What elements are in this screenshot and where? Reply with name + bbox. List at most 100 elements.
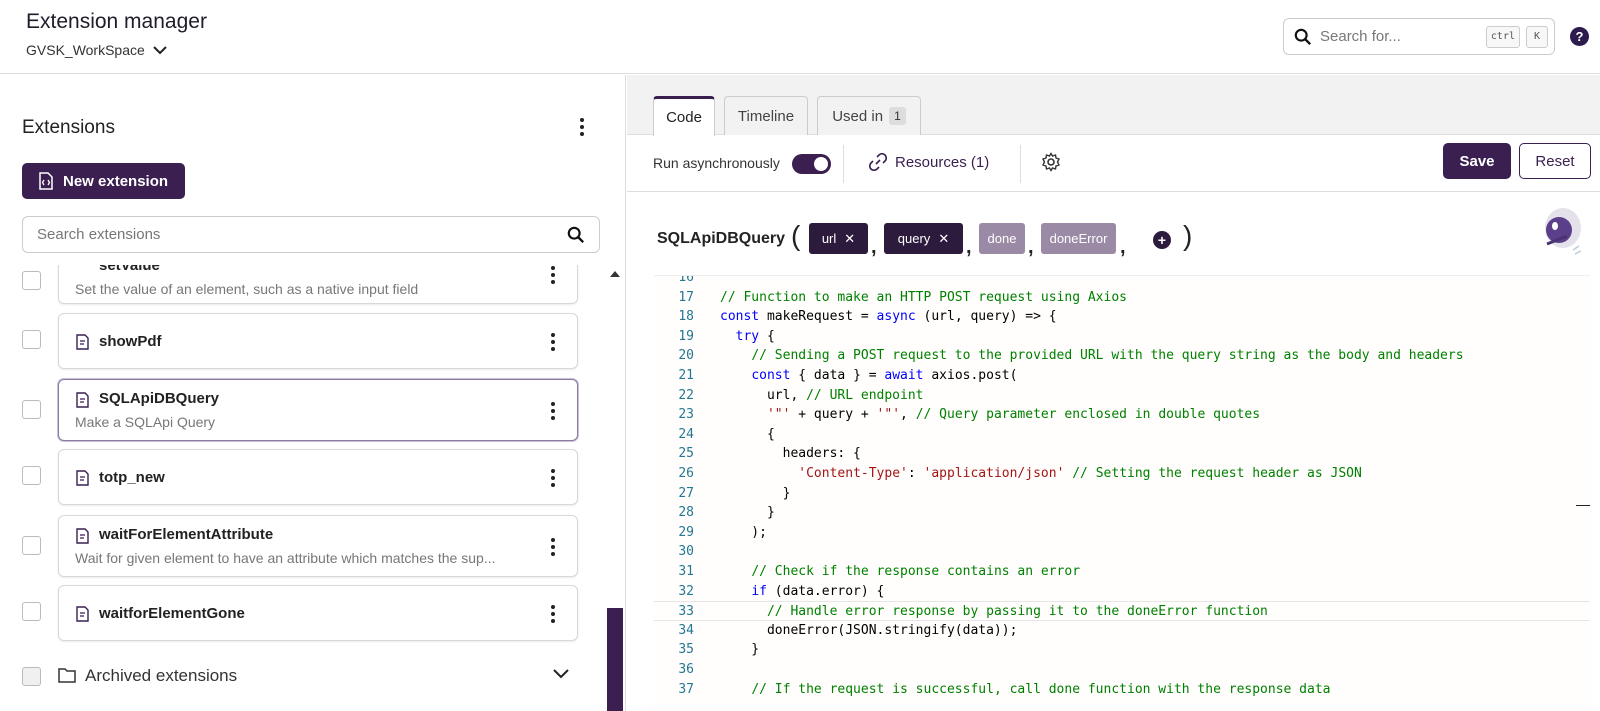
code-text: const { data } = await axios.post( bbox=[751, 368, 1018, 383]
code-text: // Check if the response contains an err… bbox=[751, 564, 1081, 579]
line-number: 16 bbox=[678, 275, 694, 285]
code-line: 31 // Check if the response contains an … bbox=[654, 562, 1590, 582]
param-chip-url[interactable]: url ✕ bbox=[809, 223, 868, 254]
line-number: 32 bbox=[678, 583, 694, 599]
chevron-down-icon[interactable] bbox=[552, 668, 570, 680]
run-async-toggle[interactable] bbox=[792, 154, 831, 174]
code-text: } bbox=[720, 642, 760, 658]
list-item[interactable]: waitForElementAttribute Wait for given e… bbox=[0, 515, 600, 577]
code-line: 37 // If the request is successful, call… bbox=[654, 680, 1590, 700]
toolbar-divider bbox=[843, 145, 844, 183]
extension-file-icon bbox=[76, 334, 89, 350]
resources-button[interactable]: Resources (1) bbox=[869, 153, 989, 171]
code-line: 33 // Handle error response by passing i… bbox=[654, 601, 1590, 622]
chevron-down-icon bbox=[153, 46, 167, 55]
reset-button[interactable]: Reset bbox=[1519, 143, 1591, 179]
workspace-selector[interactable]: GVSK_WorkSpace bbox=[26, 42, 167, 58]
param-label: done bbox=[987, 231, 1017, 246]
list-scrollbar[interactable] bbox=[606, 265, 624, 711]
item-checkbox[interactable] bbox=[22, 330, 41, 349]
shortcut-ctrl-key: ctrl bbox=[1485, 25, 1520, 48]
folder-icon bbox=[58, 668, 76, 683]
archived-extensions-section[interactable]: Archived extensions bbox=[0, 655, 606, 711]
tab-timeline-label: Timeline bbox=[737, 107, 795, 125]
open-paren: ( bbox=[791, 220, 801, 251]
editor-toolbar: Run asynchronously Resources (1) Save Re… bbox=[627, 135, 1600, 192]
extensions-more-menu-icon[interactable] bbox=[570, 115, 594, 139]
extension-card[interactable]: setValue Set the value of an element, su… bbox=[58, 265, 578, 304]
search-icon bbox=[567, 226, 585, 243]
line-number: 17 bbox=[678, 289, 694, 305]
code-text: // Sending a POST request to the provide… bbox=[751, 348, 1464, 364]
extension-card[interactable]: totp_new bbox=[58, 449, 578, 505]
code-line: 32 if (data.error) { bbox=[654, 582, 1590, 602]
help-icon[interactable]: ? bbox=[1570, 27, 1589, 46]
extension-card[interactable]: waitforElementGone bbox=[58, 585, 578, 641]
close-icon[interactable]: ✕ bbox=[938, 231, 949, 247]
code-text: url, // URL endpoint bbox=[720, 387, 924, 403]
extension-search-input[interactable]: Search extensions bbox=[22, 216, 600, 253]
line-number: 36 bbox=[678, 662, 694, 677]
item-checkbox[interactable] bbox=[22, 466, 41, 485]
extension-card[interactable]: showPdf bbox=[58, 313, 578, 369]
archived-checkbox[interactable] bbox=[22, 667, 41, 686]
item-menu-icon[interactable] bbox=[543, 399, 563, 423]
extension-card[interactable]: waitForElementAttribute Wait for given e… bbox=[58, 515, 578, 577]
item-menu-icon[interactable] bbox=[543, 330, 563, 354]
param-separator: , bbox=[1120, 236, 1126, 258]
list-item[interactable]: showPdf bbox=[0, 313, 600, 369]
scrollbar-thumb[interactable] bbox=[607, 608, 623, 711]
code-text: doneError(JSON.stringify(data)); bbox=[720, 622, 1018, 638]
code-line: 30 bbox=[654, 542, 1590, 562]
param-label: doneError bbox=[1049, 231, 1108, 246]
item-checkbox[interactable] bbox=[22, 536, 41, 555]
item-menu-icon[interactable] bbox=[543, 265, 563, 287]
tab-used-in[interactable]: Used in 1 bbox=[817, 96, 921, 135]
gear-icon[interactable] bbox=[1041, 152, 1061, 172]
list-item[interactable]: SQLApiDBQuery Make a SQLApi Query bbox=[0, 379, 600, 441]
param-chip-done[interactable]: done bbox=[979, 223, 1025, 254]
param-separator: , bbox=[966, 236, 972, 258]
tab-code[interactable]: Code bbox=[653, 96, 715, 136]
line-number: 19 bbox=[678, 328, 694, 344]
new-extension-button[interactable]: New extension bbox=[22, 163, 185, 199]
param-chip-doneerror[interactable]: doneError bbox=[1041, 223, 1116, 254]
save-button[interactable]: Save bbox=[1443, 143, 1511, 179]
add-parameter-icon[interactable]: + bbox=[1153, 231, 1171, 249]
assistant-avatar[interactable] bbox=[1537, 206, 1585, 258]
close-icon[interactable]: ✕ bbox=[844, 231, 855, 247]
line-number: 29 bbox=[678, 524, 694, 540]
line-number: 35 bbox=[678, 642, 694, 658]
list-item[interactable]: totp_new bbox=[0, 449, 600, 505]
list-item[interactable]: waitforElementGone bbox=[0, 585, 600, 641]
scroll-up-arrow-icon[interactable] bbox=[610, 271, 620, 277]
extension-search-placeholder: Search extensions bbox=[37, 226, 161, 243]
item-checkbox[interactable] bbox=[22, 400, 41, 419]
line-number: 37 bbox=[678, 681, 694, 697]
item-checkbox[interactable] bbox=[22, 271, 41, 290]
extension-name: SQLApiDBQuery bbox=[99, 390, 220, 407]
code-editor[interactable]: 16 17 // Function to make an HTTP POST req… bbox=[654, 275, 1590, 711]
item-menu-icon[interactable] bbox=[543, 466, 563, 490]
line-number: 24 bbox=[678, 426, 694, 442]
extension-card-selected[interactable]: SQLApiDBQuery Make a SQLApi Query bbox=[58, 379, 578, 441]
global-search-input[interactable]: Search for... ctrl K bbox=[1283, 18, 1555, 55]
param-separator: , bbox=[1028, 236, 1034, 258]
item-menu-icon[interactable] bbox=[543, 535, 563, 559]
extension-file-icon bbox=[76, 528, 89, 544]
shortcut-k-key: K bbox=[1526, 25, 1548, 48]
extension-name: totp_new bbox=[99, 469, 165, 486]
tab-timeline[interactable]: Timeline bbox=[724, 96, 808, 135]
code-line: 16 bbox=[654, 275, 1590, 288]
extension-file-icon bbox=[76, 606, 89, 622]
code-line: 23 '"' + query + '"', // Query parameter… bbox=[654, 405, 1590, 425]
code-line: 28 } bbox=[654, 503, 1590, 523]
item-checkbox[interactable] bbox=[22, 602, 41, 621]
close-paren: ) bbox=[1183, 220, 1193, 251]
code-line: 20 // Sending a POST request to the prov… bbox=[654, 346, 1590, 366]
item-menu-icon[interactable] bbox=[543, 602, 563, 626]
list-item[interactable]: setValue Set the value of an element, su… bbox=[0, 265, 600, 304]
used-in-count-badge: 1 bbox=[889, 107, 906, 125]
param-chip-query[interactable]: query ✕ bbox=[884, 223, 963, 254]
top-header: Extension manager GVSK_WorkSpace Search … bbox=[0, 0, 1600, 74]
